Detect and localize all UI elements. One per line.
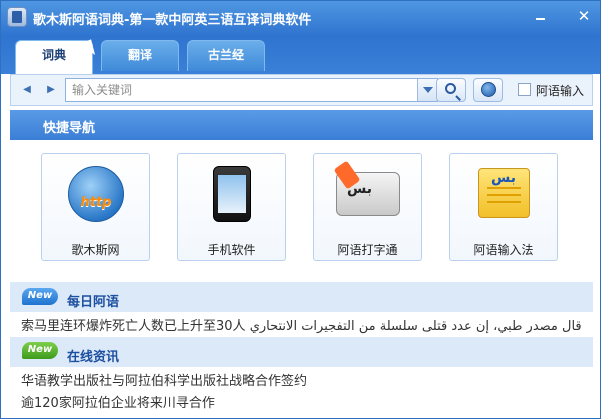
note-icon: بس xyxy=(478,168,530,218)
forward-arrow-icon[interactable]: ▶ xyxy=(41,79,61,101)
tab-translate[interactable]: 翻译 xyxy=(101,40,179,71)
quick-nav-website[interactable]: http 歌木斯网 xyxy=(41,153,150,261)
quick-nav-mobile-app[interactable]: 手机软件 xyxy=(177,153,286,261)
online-search-button[interactable] xyxy=(473,78,503,102)
window-title: 歌木斯阿语词典-第一款中阿英三语互译词典软件 xyxy=(33,13,312,28)
title-bar[interactable]: 歌木斯阿语词典-第一款中阿英三语互译词典软件 ✕ xyxy=(1,1,600,36)
search-field xyxy=(65,78,438,102)
quick-nav-label: 歌木斯网 xyxy=(71,243,120,257)
search-bar: ◀ ▶ 阿语输入 xyxy=(10,74,593,106)
keyboard-pencil-icon: بس xyxy=(333,160,400,216)
news-link[interactable]: …… xyxy=(21,414,581,418)
http-globe-icon: http xyxy=(68,166,124,222)
arabic-input-checkbox[interactable] xyxy=(518,83,531,96)
quick-nav-header: 快捷导航 xyxy=(10,110,593,140)
quick-nav-title: 快捷导航 xyxy=(43,121,96,136)
news-link[interactable]: 华语教学出版社与阿拉伯科学出版社战略合作签约 xyxy=(21,370,581,389)
app-logo-icon xyxy=(7,7,27,27)
new-badge: New xyxy=(22,288,58,305)
quick-nav-arabic-typing[interactable]: بس 阿语打字通 xyxy=(313,153,422,261)
arabic-input-label: 阿语输入 xyxy=(536,84,585,98)
daily-arabic-sentence[interactable]: 索马里连环爆炸死亡人数已上升至30人 قال مصدر طبي، إن عدد … xyxy=(21,315,581,334)
history-dropdown-button[interactable] xyxy=(417,79,437,101)
quick-nav-label: 手机软件 xyxy=(207,243,256,257)
daily-arabic-title[interactable]: 每日阿语 xyxy=(67,291,119,310)
new-badge: New xyxy=(22,342,58,359)
search-button[interactable] xyxy=(436,78,466,102)
ime-icon-text: بس xyxy=(491,170,517,186)
quick-nav-label: 阿语打字通 xyxy=(337,243,398,257)
quick-nav-label: 阿语输入法 xyxy=(473,243,534,257)
online-news-title[interactable]: 在线资讯 xyxy=(67,346,119,365)
smartphone-icon xyxy=(213,166,251,222)
minimize-button[interactable] xyxy=(531,8,551,24)
tab-quran[interactable]: 古兰经 xyxy=(187,40,265,71)
search-input[interactable] xyxy=(66,79,396,101)
news-link[interactable]: 逾120家阿拉伯企业将来川寻合作 xyxy=(21,392,581,411)
app-window: 歌木斯阿语词典-第一款中阿英三语互译词典软件 ✕ 词典 翻译 古兰经 ◀ ▶ 阿… xyxy=(0,0,601,419)
globe-icon xyxy=(481,82,496,97)
close-button[interactable]: ✕ xyxy=(574,8,594,24)
back-arrow-icon[interactable]: ◀ xyxy=(17,79,37,101)
search-icon xyxy=(445,83,456,94)
http-icon-text: http xyxy=(80,195,112,210)
quick-nav-arabic-ime[interactable]: بس 阿语输入法 xyxy=(449,153,558,261)
